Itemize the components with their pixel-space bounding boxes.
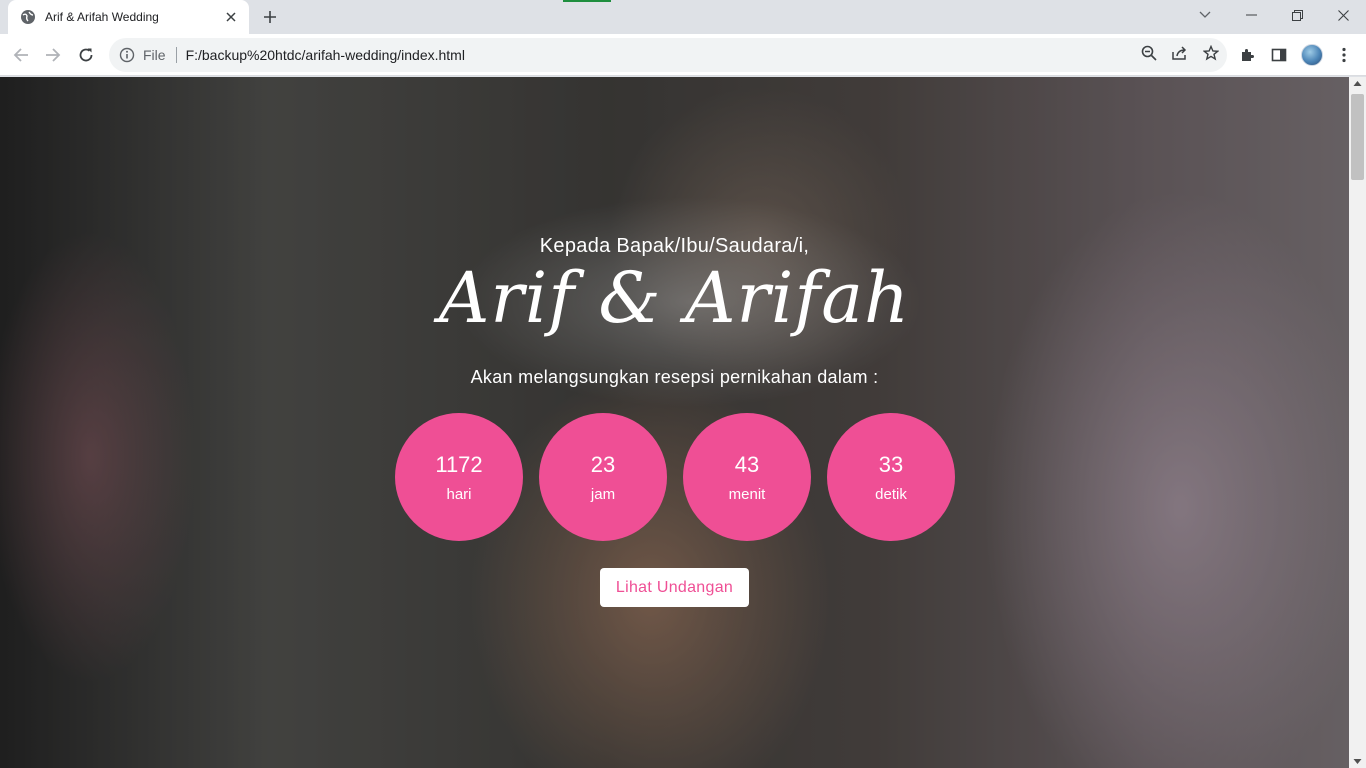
star-icon[interactable] xyxy=(1202,44,1220,66)
minimize-icon[interactable] xyxy=(1228,0,1274,30)
hero-content: Kepada Bapak/Ibu/Saudara/i, Arif & Arifa… xyxy=(0,77,1349,768)
scheme-label: File xyxy=(143,47,166,63)
countdown-value: 43 xyxy=(734,451,760,477)
forward-icon[interactable] xyxy=(37,39,69,71)
countdown-label: menit xyxy=(728,485,766,503)
countdown-value: 1172 xyxy=(435,451,483,477)
greeting-text: Kepada Bapak/Ibu/Saudara/i, xyxy=(539,235,810,257)
profile-button[interactable] xyxy=(1296,39,1328,71)
browser-tab[interactable]: Arif & Arifah Wedding xyxy=(8,0,249,34)
omnibox-divider xyxy=(175,47,177,63)
countdown-label: hari xyxy=(446,485,472,503)
event-subtitle: Akan melangsungkan resepsi pernikahan da… xyxy=(470,367,879,387)
side-panel-icon[interactable] xyxy=(1263,39,1295,71)
info-icon[interactable] xyxy=(119,47,135,63)
back-icon[interactable] xyxy=(5,39,37,71)
countdown-value: 23 xyxy=(590,451,616,477)
reload-icon[interactable] xyxy=(70,39,102,71)
scrollbar-thumb[interactable] xyxy=(1351,94,1364,180)
browser-toolbar: File F:/backup%20htdc/arifah-wedding/ind… xyxy=(0,34,1366,76)
countdown-timer: 1172 hari 23 jam 43 menit 33 detik xyxy=(395,413,955,541)
share-icon[interactable] xyxy=(1171,45,1189,66)
globe-icon xyxy=(20,9,36,25)
view-invitation-button[interactable]: Lihat Undangan xyxy=(600,568,749,607)
countdown-label: detik xyxy=(875,485,907,503)
avatar xyxy=(1301,44,1323,66)
countdown-label: jam xyxy=(590,485,616,503)
address-bar[interactable]: File F:/backup%20htdc/arifah-wedding/ind… xyxy=(109,38,1227,72)
countdown-minutes: 43 menit xyxy=(683,413,811,541)
page-viewport: Kepada Bapak/Ibu/Saudara/i, Arif & Arifa… xyxy=(0,77,1349,768)
extensions-icon[interactable] xyxy=(1231,39,1263,71)
countdown-days: 1172 hari xyxy=(395,413,523,541)
url-text[interactable]: F:/backup%20htdc/arifah-wedding/index.ht… xyxy=(186,47,1227,63)
countdown-hours: 23 jam xyxy=(539,413,667,541)
countdown-seconds: 33 detik xyxy=(827,413,955,541)
plus-icon[interactable] xyxy=(258,5,282,29)
tab-strip: Arif & Arifah Wedding xyxy=(0,0,1366,34)
scroll-down-icon[interactable] xyxy=(1353,757,1362,766)
more-icon[interactable] xyxy=(1328,39,1360,71)
scroll-up-icon[interactable] xyxy=(1353,79,1362,88)
chevron-down-icon[interactable] xyxy=(1182,0,1228,30)
tab-title: Arif & Arifah Wedding xyxy=(45,10,159,24)
page-scrollbar[interactable] xyxy=(1349,77,1366,768)
close-icon[interactable] xyxy=(223,9,239,25)
tab-accent-indicator xyxy=(563,0,611,2)
zoom-icon[interactable] xyxy=(1141,45,1157,66)
couple-names: Arif & Arifah xyxy=(438,257,911,339)
countdown-value: 33 xyxy=(878,451,904,477)
restore-icon[interactable] xyxy=(1274,0,1320,30)
window-close-icon[interactable] xyxy=(1320,0,1366,30)
